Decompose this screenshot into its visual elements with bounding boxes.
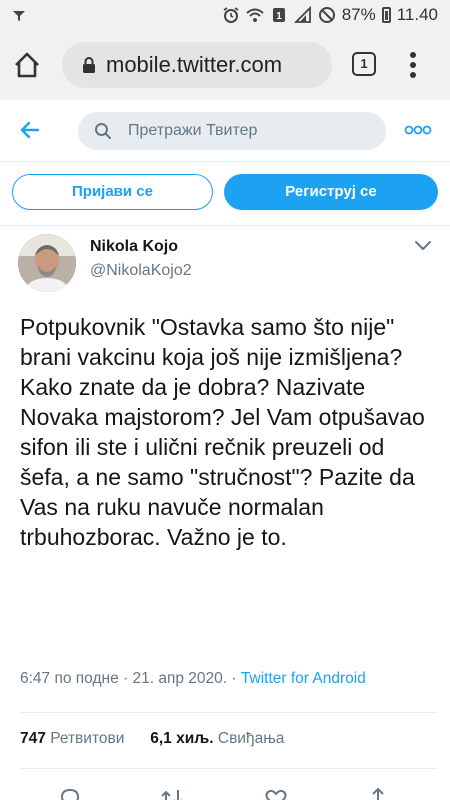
search-icon xyxy=(95,123,111,139)
lock-icon xyxy=(83,57,95,73)
retweets-label[interactable]: Ретвитови xyxy=(50,730,124,747)
like-icon[interactable] xyxy=(264,786,288,800)
clock: 11.40 xyxy=(396,5,438,24)
chevron-down-icon[interactable] xyxy=(414,240,432,252)
wifi-icon xyxy=(246,8,264,22)
svg-text:1: 1 xyxy=(276,11,282,22)
divider xyxy=(20,768,438,769)
notification-icon xyxy=(13,11,25,21)
more-horizontal-icon[interactable] xyxy=(404,124,432,136)
author-handle[interactable]: @NikolaKojo2 xyxy=(90,262,192,280)
back-arrow-icon[interactable] xyxy=(18,118,42,142)
tweet-source-link[interactable]: Twitter for Android xyxy=(241,670,366,687)
tweet-stats: 747 Ретвитови 6,1 хиљ. Свиђања xyxy=(20,730,284,748)
tweet-actions xyxy=(0,780,450,800)
status-bar: 1 87% 11.40 xyxy=(0,0,450,30)
sim-icon: 1 xyxy=(272,8,285,22)
alarm-icon xyxy=(223,7,239,23)
retweet-icon[interactable] xyxy=(160,786,184,800)
auth-bar: Пријави се Региструј се xyxy=(0,162,450,226)
meta-separator: · xyxy=(123,670,129,687)
browser-toolbar: mobile.twitter.com 1 xyxy=(0,30,450,100)
twitter-header xyxy=(0,100,450,162)
tweet-metadata: 6:47 по подне · 21. апр 2020. · Twitter … xyxy=(20,670,366,688)
reply-icon[interactable] xyxy=(58,786,82,800)
search-box[interactable] xyxy=(78,112,386,150)
signal-icon xyxy=(293,6,311,23)
meta-separator: · xyxy=(231,670,237,687)
more-vert-icon[interactable] xyxy=(405,50,421,80)
home-icon[interactable] xyxy=(12,50,42,80)
url-text: mobile.twitter.com xyxy=(106,52,283,77)
share-icon[interactable] xyxy=(366,786,390,800)
signup-button[interactable]: Региструј се xyxy=(224,174,438,210)
address-bar[interactable]: mobile.twitter.com xyxy=(62,42,332,88)
retweets-count[interactable]: 747 xyxy=(20,730,46,747)
tab-switcher-button[interactable]: 1 xyxy=(352,52,376,76)
author-name[interactable]: Nikola Kojo xyxy=(90,238,178,256)
login-button[interactable]: Пријави се xyxy=(12,174,213,210)
tweet-date[interactable]: 21. апр 2020. xyxy=(133,670,228,687)
battery-icon xyxy=(381,7,391,23)
search-input[interactable] xyxy=(128,112,368,150)
avatar[interactable] xyxy=(18,234,76,292)
divider xyxy=(20,712,438,713)
tweet-text: Potpukovnik "Ostavka samo što nije" bran… xyxy=(20,314,425,550)
likes-label[interactable]: Свиђања xyxy=(218,730,285,747)
tweet-time[interactable]: 6:47 по подне xyxy=(20,670,119,687)
do-not-disturb-icon xyxy=(318,7,335,23)
battery-percentage: 87% xyxy=(341,5,376,24)
likes-count[interactable]: 6,1 хиљ. xyxy=(150,730,213,747)
